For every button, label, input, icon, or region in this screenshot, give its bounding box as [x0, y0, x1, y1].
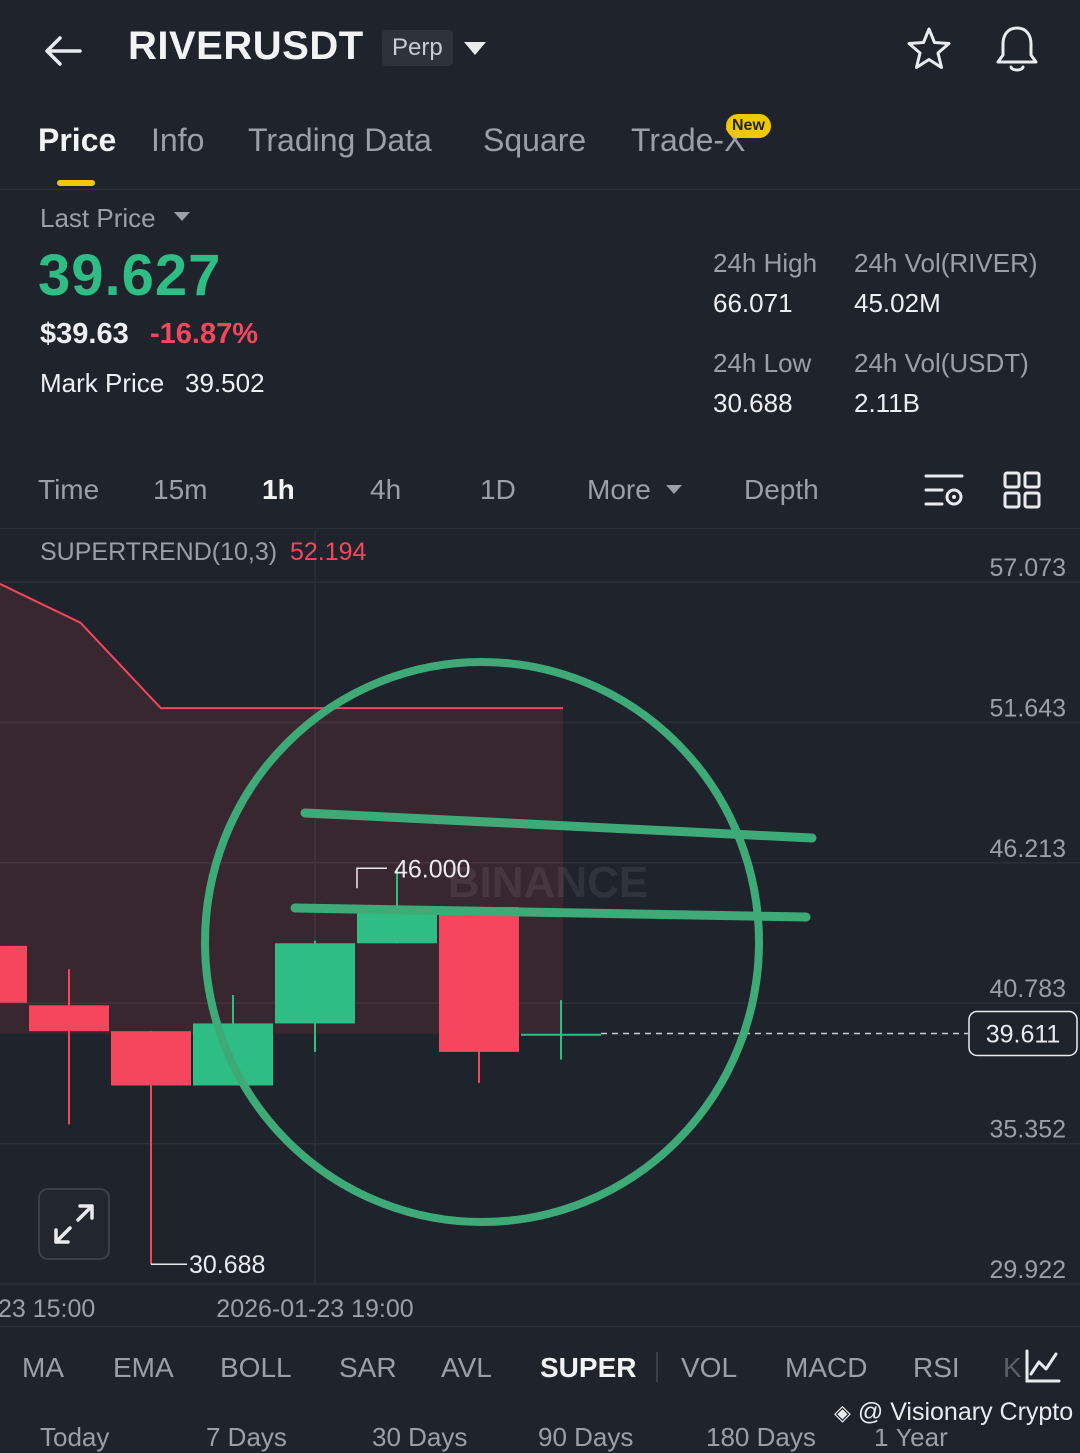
last-price-label[interactable]: Last Price	[40, 203, 156, 234]
indicator-tab-kdj[interactable]: K	[1003, 1352, 1022, 1384]
interval-depth[interactable]: Depth	[744, 474, 819, 506]
tabs-divider	[0, 189, 1080, 190]
y-tick-label: 46.213	[990, 835, 1066, 863]
active-tab-indicator	[57, 180, 95, 186]
y-tick-label: 40.783	[990, 975, 1066, 1003]
low-24h-value: 30.688	[713, 388, 793, 418]
last-price-value: 39.627	[38, 243, 222, 308]
low-marker-label: 30.688	[189, 1251, 265, 1279]
expand-chart-button[interactable]	[38, 1188, 110, 1260]
high-24h-label: 24h High	[713, 248, 818, 278]
expand-icon	[54, 1204, 94, 1244]
candle-body	[439, 907, 519, 1052]
indicator-tab-ema[interactable]: EMA	[113, 1352, 174, 1384]
header-bar: RIVERUSDT Perp	[0, 0, 1080, 100]
low-24h-label: 24h Low	[713, 348, 812, 378]
indicator-value: 52.194	[290, 538, 367, 566]
interval-more[interactable]: More	[587, 474, 651, 506]
interval-1d[interactable]: 1D	[480, 474, 516, 506]
indicator-label: SUPERTREND(10,3)	[40, 538, 278, 566]
candle-body	[193, 1023, 273, 1086]
y-tick-label: 51.643	[990, 694, 1066, 722]
mark-price-value: 39.502	[185, 368, 265, 398]
tab-price[interactable]: Price	[38, 122, 116, 159]
tab-info[interactable]: Info	[151, 122, 204, 159]
indicator-tab-sar[interactable]: SAR	[339, 1352, 397, 1384]
current-price-tag: 39.611	[986, 1020, 1061, 1048]
chart-settings-icon[interactable]	[922, 470, 966, 510]
indicator-tab-macd[interactable]: MACD	[785, 1352, 867, 1384]
last-price-label-text: Last Price	[40, 203, 156, 233]
vol-usdt-label: 24h Vol(USDT)	[854, 348, 1029, 378]
interval-1h[interactable]: 1h	[262, 474, 295, 506]
back-arrow-icon[interactable]	[38, 26, 88, 76]
indicator-tab-avl[interactable]: AVL	[441, 1352, 492, 1384]
interval-4h[interactable]: 4h	[370, 474, 401, 506]
symbol-title[interactable]: RIVERUSDT	[128, 24, 364, 69]
indicator-tab-super[interactable]: SUPER	[540, 1352, 636, 1384]
more-dropdown-icon[interactable]	[666, 485, 682, 494]
candle-body	[0, 945, 27, 1003]
indicator-settings-icon[interactable]	[1022, 1346, 1062, 1386]
indicator-tab-rsi[interactable]: RSI	[913, 1352, 960, 1384]
vol-river-value: 45.02M	[854, 288, 941, 318]
last-price-dropdown-icon[interactable]	[174, 212, 190, 221]
vol-usdt-value: 2.11B	[854, 388, 921, 418]
tab-trading-data[interactable]: Trading Data	[248, 122, 432, 159]
high-marker-label: 46.000	[394, 855, 470, 883]
creator-watermark-text: @ Visionary Crypto	[857, 1398, 1074, 1426]
price-change-percent: -16.87%	[150, 318, 259, 350]
grid-layout-icon[interactable]	[1002, 470, 1042, 510]
chart-bottom-divider	[0, 1326, 1080, 1327]
x-tick-label: 23 15:00	[0, 1295, 95, 1323]
indicator-tab-vol[interactable]: VOL	[681, 1352, 737, 1384]
x-tick-label: 2026-01-23 19:00	[216, 1295, 413, 1323]
interval-15m[interactable]: 15m	[153, 474, 207, 506]
tab-square[interactable]: Square	[483, 122, 586, 159]
binance-logo-icon: ◈	[834, 1400, 851, 1425]
indicator-tab-boll[interactable]: BOLL	[220, 1352, 292, 1384]
candle-body	[29, 1005, 109, 1032]
high-24h-value: 66.071	[713, 288, 793, 318]
y-tick-label: 35.352	[990, 1116, 1066, 1144]
bell-icon[interactable]	[992, 22, 1042, 76]
symbol-dropdown-icon[interactable]	[464, 42, 486, 55]
y-tick-label: 29.922	[990, 1256, 1066, 1284]
candle-body	[521, 1033, 601, 1036]
vol-river-label: 24h Vol(RIVER)	[854, 248, 1038, 278]
indicator-tab-divider	[656, 1352, 658, 1382]
star-icon[interactable]	[904, 24, 954, 74]
usd-price: $39.63	[40, 318, 129, 350]
y-axis: 57.073 51.643 46.213 40.783 35.352 29.922	[990, 554, 1066, 1284]
candle-body	[275, 943, 355, 1024]
new-badge: New	[726, 114, 771, 138]
price-chart[interactable]: BINANCE 39.611 57.07351.64346.21340.7833…	[0, 528, 1080, 1328]
mark-price-label: Mark Price	[40, 368, 165, 398]
interval-time[interactable]: Time	[38, 474, 99, 506]
perp-badge: Perp	[382, 30, 453, 66]
y-tick-label: 57.073	[990, 554, 1066, 582]
x-axis: 23 15:00 2026-01-23 19:00	[0, 1295, 414, 1323]
indicator-tab-ma[interactable]: MA	[22, 1352, 64, 1384]
candle-body	[111, 1031, 191, 1086]
creator-watermark: ◈ @ Visionary Crypto	[830, 1396, 1078, 1429]
